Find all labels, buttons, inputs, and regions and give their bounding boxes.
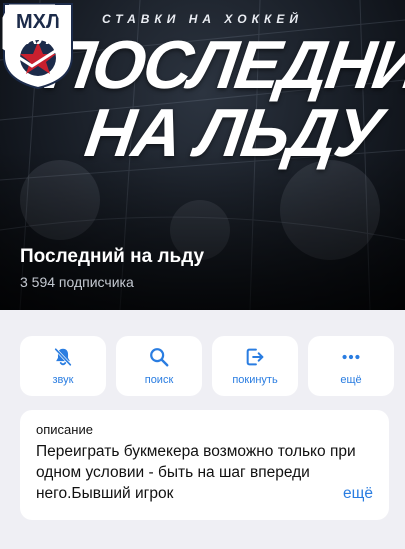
mute-button-label: звук <box>52 374 74 386</box>
vhl-logo-badge: ВХЛ <box>2 4 62 68</box>
leave-button-label: покинуть <box>232 374 278 386</box>
description-more-link[interactable]: ещё <box>343 485 373 503</box>
more-dots-icon <box>342 354 360 360</box>
vhl-logo-text: ВХЛ <box>14 28 51 48</box>
channel-banner: СТАВКИ НА ХОККЕЙ ПОСЛЕДНИЙ НА ЛЬДУ МХЛ В… <box>0 0 405 310</box>
action-buttons-row: звук поиск покинуть ещё <box>20 336 394 396</box>
banner-headline-line2: НА ЛЬДУ <box>80 95 385 171</box>
leave-icon <box>246 348 264 366</box>
description-title: описание <box>36 422 93 437</box>
search-button-label: поиск <box>144 374 174 386</box>
search-button[interactable]: поиск <box>116 336 202 396</box>
description-text-wrapper: Переиграть букмекера возможно только при… <box>36 441 373 504</box>
leave-button[interactable]: покинуть <box>212 336 298 396</box>
more-button[interactable]: ещё <box>308 336 394 396</box>
description-card: описание Переиграть букмекера возможно т… <box>20 410 389 520</box>
banner-headline-line1: ПОСЛЕДНИЙ <box>40 27 405 103</box>
search-icon <box>150 348 169 367</box>
channel-name: Последний на льду <box>20 246 205 267</box>
subscriber-count: 3 594 подписчика <box>20 274 134 290</box>
more-button-label: ещё <box>340 374 362 386</box>
mute-button[interactable]: звук <box>20 336 106 396</box>
bell-muted-icon <box>54 347 72 367</box>
